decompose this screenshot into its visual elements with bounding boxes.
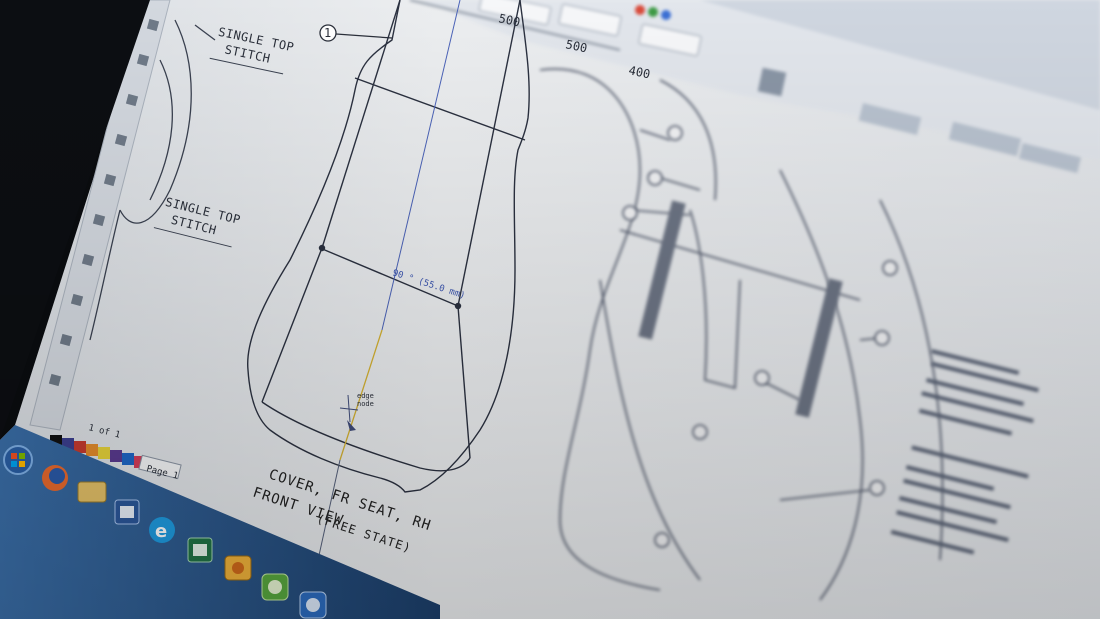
vignette — [0, 0, 1100, 619]
photo-of-monitor: 500 500 400 SINGLE TOP STITCH SINGLE TOP… — [0, 0, 1100, 619]
